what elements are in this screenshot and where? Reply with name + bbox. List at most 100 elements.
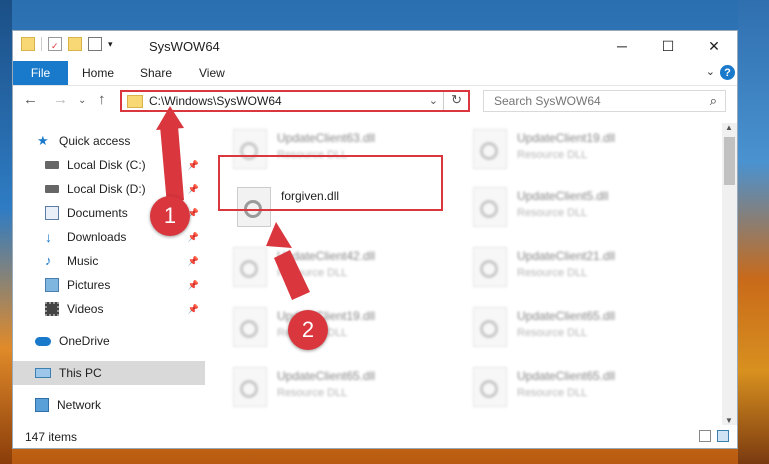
qat-dropdown-icon[interactable]: ▾ bbox=[108, 39, 113, 50]
file-name: UpdateClient5.dll bbox=[517, 189, 609, 203]
scroll-up-icon[interactable]: ▲ bbox=[725, 123, 733, 132]
dll-file-icon bbox=[473, 367, 507, 407]
drive-icon bbox=[45, 185, 59, 193]
file-item[interactable]: UpdateClient42.dll Resource DLL bbox=[233, 247, 453, 293]
ribbon-tabs: File Home Share View ⌄ ? bbox=[13, 61, 737, 86]
tab-home[interactable]: Home bbox=[82, 66, 114, 80]
file-type: Resource DLL bbox=[277, 267, 348, 279]
address-divider bbox=[443, 92, 444, 110]
file-name: UpdateClient21.dll bbox=[517, 249, 616, 263]
view-switcher bbox=[699, 430, 729, 442]
file-item[interactable]: UpdateClient19.dll Resource DLL bbox=[233, 307, 453, 353]
star-icon: ★ bbox=[37, 133, 49, 148]
file-type: Resource DLL bbox=[517, 207, 588, 219]
sidebar-item-this-pc[interactable]: This PC bbox=[13, 361, 205, 385]
pin-icon[interactable]: 📌 bbox=[188, 280, 199, 291]
pin-icon[interactable]: 📌 bbox=[188, 160, 199, 171]
search-input[interactable] bbox=[492, 93, 696, 109]
step-callout-1: 1 bbox=[150, 196, 190, 236]
details-view-icon[interactable] bbox=[699, 430, 711, 442]
search-box[interactable]: ⌕ bbox=[483, 90, 726, 112]
file-type: Resource DLL bbox=[277, 387, 348, 399]
desktop-background-left bbox=[0, 0, 12, 464]
computer-icon bbox=[35, 368, 51, 378]
sidebar-item-network[interactable]: Network bbox=[13, 393, 205, 417]
sidebar-item-quick-access[interactable]: ★ Quick access bbox=[13, 129, 205, 153]
sidebar-item-label: Quick access bbox=[59, 134, 131, 148]
new-folder-icon[interactable] bbox=[68, 37, 82, 51]
dll-file-icon bbox=[233, 247, 267, 287]
address-bar[interactable]: C:\Windows\SysWOW64 ⌄ ↻ bbox=[120, 90, 470, 112]
address-dropdown-icon[interactable]: ⌄ bbox=[429, 94, 438, 107]
folder-icon bbox=[127, 94, 143, 108]
forward-button[interactable]: → bbox=[53, 91, 68, 108]
help-icon[interactable]: ? bbox=[720, 65, 735, 80]
file-item[interactable]: UpdateClient21.dll Resource DLL bbox=[473, 247, 693, 293]
expand-ribbon-icon[interactable]: ⌄ bbox=[706, 65, 715, 78]
tab-share[interactable]: Share bbox=[140, 66, 172, 80]
navigation-pane: ★ Quick access Local Disk (C:) 📌 Local D… bbox=[13, 123, 205, 425]
scroll-down-icon[interactable]: ▼ bbox=[725, 416, 733, 425]
sidebar-item-label: Local Disk (D:) bbox=[67, 182, 146, 196]
customize-icon[interactable] bbox=[88, 37, 102, 51]
sidebar-item-label: Videos bbox=[67, 302, 104, 316]
sidebar-item-label: Downloads bbox=[67, 230, 127, 244]
file-type: Resource DLL bbox=[517, 267, 588, 279]
file-name: UpdateClient42.dll bbox=[277, 249, 376, 263]
properties-icon[interactable]: ✓ bbox=[48, 37, 62, 51]
pin-icon[interactable]: 📌 bbox=[188, 256, 199, 267]
sidebar-item-music[interactable]: ♪ Music 📌 bbox=[13, 249, 205, 273]
sidebar-item-onedrive[interactable]: OneDrive bbox=[13, 329, 205, 353]
sidebar-item-label: Documents bbox=[67, 206, 128, 220]
network-icon bbox=[35, 398, 49, 412]
dll-file-icon bbox=[473, 129, 507, 169]
file-type: Resource DLL bbox=[517, 387, 588, 399]
sidebar-item-local-disk-c[interactable]: Local Disk (C:) 📌 bbox=[13, 153, 205, 177]
file-item[interactable]: UpdateClient65.dll Resource DLL bbox=[233, 367, 453, 413]
pin-icon[interactable]: 📌 bbox=[188, 184, 199, 195]
file-name: UpdateClient65.dll bbox=[277, 369, 376, 383]
status-bar: 147 items bbox=[13, 426, 737, 448]
file-item[interactable]: UpdateClient65.dll Resource DLL bbox=[473, 307, 693, 353]
scrollbar-thumb[interactable] bbox=[724, 137, 735, 185]
sidebar-item-label: Local Disk (C:) bbox=[67, 158, 146, 172]
videos-icon bbox=[45, 302, 59, 316]
close-button[interactable]: ✕ bbox=[691, 31, 737, 61]
large-icons-view-icon[interactable] bbox=[717, 430, 729, 442]
folder-icon bbox=[21, 37, 35, 51]
file-name: UpdateClient65.dll bbox=[517, 309, 616, 323]
refresh-icon[interactable]: ↻ bbox=[451, 92, 462, 108]
file-name: UpdateClient19.dll bbox=[517, 131, 616, 145]
sidebar-item-label: This PC bbox=[59, 366, 102, 380]
cloud-icon bbox=[35, 336, 51, 346]
sidebar-item-videos[interactable]: Videos 📌 bbox=[13, 297, 205, 321]
pin-icon[interactable]: 📌 bbox=[188, 232, 199, 243]
music-icon: ♪ bbox=[45, 253, 52, 268]
search-icon[interactable]: ⌕ bbox=[710, 93, 717, 109]
desktop-background-right bbox=[738, 0, 769, 464]
back-button[interactable]: ← bbox=[23, 91, 38, 108]
file-item[interactable]: UpdateClient65.dll Resource DLL bbox=[473, 367, 693, 413]
pictures-icon bbox=[45, 278, 59, 292]
title-bar: ✓ ▾ SysWOW64 ─ ☐ ✕ bbox=[13, 31, 737, 61]
minimize-button[interactable]: ─ bbox=[599, 31, 645, 61]
pin-icon[interactable]: 📌 bbox=[188, 304, 199, 315]
file-name: UpdateClient63.dll bbox=[277, 131, 376, 145]
sidebar-item-label: Music bbox=[67, 254, 99, 268]
sidebar-item-pictures[interactable]: Pictures 📌 bbox=[13, 273, 205, 297]
window-title: SysWOW64 bbox=[149, 39, 220, 54]
explorer-window: ✓ ▾ SysWOW64 ─ ☐ ✕ File Home Share View … bbox=[12, 30, 738, 449]
tab-view[interactable]: View bbox=[199, 66, 225, 80]
item-count: 147 items bbox=[25, 430, 78, 444]
address-path[interactable]: C:\Windows\SysWOW64 bbox=[149, 94, 282, 108]
file-item[interactable]: UpdateClient5.dll Resource DLL bbox=[473, 187, 693, 233]
up-button[interactable]: ↑ bbox=[98, 91, 106, 108]
vertical-scrollbar[interactable]: ▲ ▼ bbox=[722, 123, 737, 425]
sidebar-item-label: OneDrive bbox=[59, 334, 110, 348]
file-type: Resource DLL bbox=[517, 149, 588, 161]
tab-file[interactable]: File bbox=[13, 61, 68, 85]
maximize-button[interactable]: ☐ bbox=[645, 31, 691, 61]
recent-locations-icon[interactable]: ⌄ bbox=[78, 95, 86, 106]
dll-file-icon bbox=[473, 307, 507, 347]
file-item[interactable]: UpdateClient19.dll Resource DLL bbox=[473, 129, 693, 175]
